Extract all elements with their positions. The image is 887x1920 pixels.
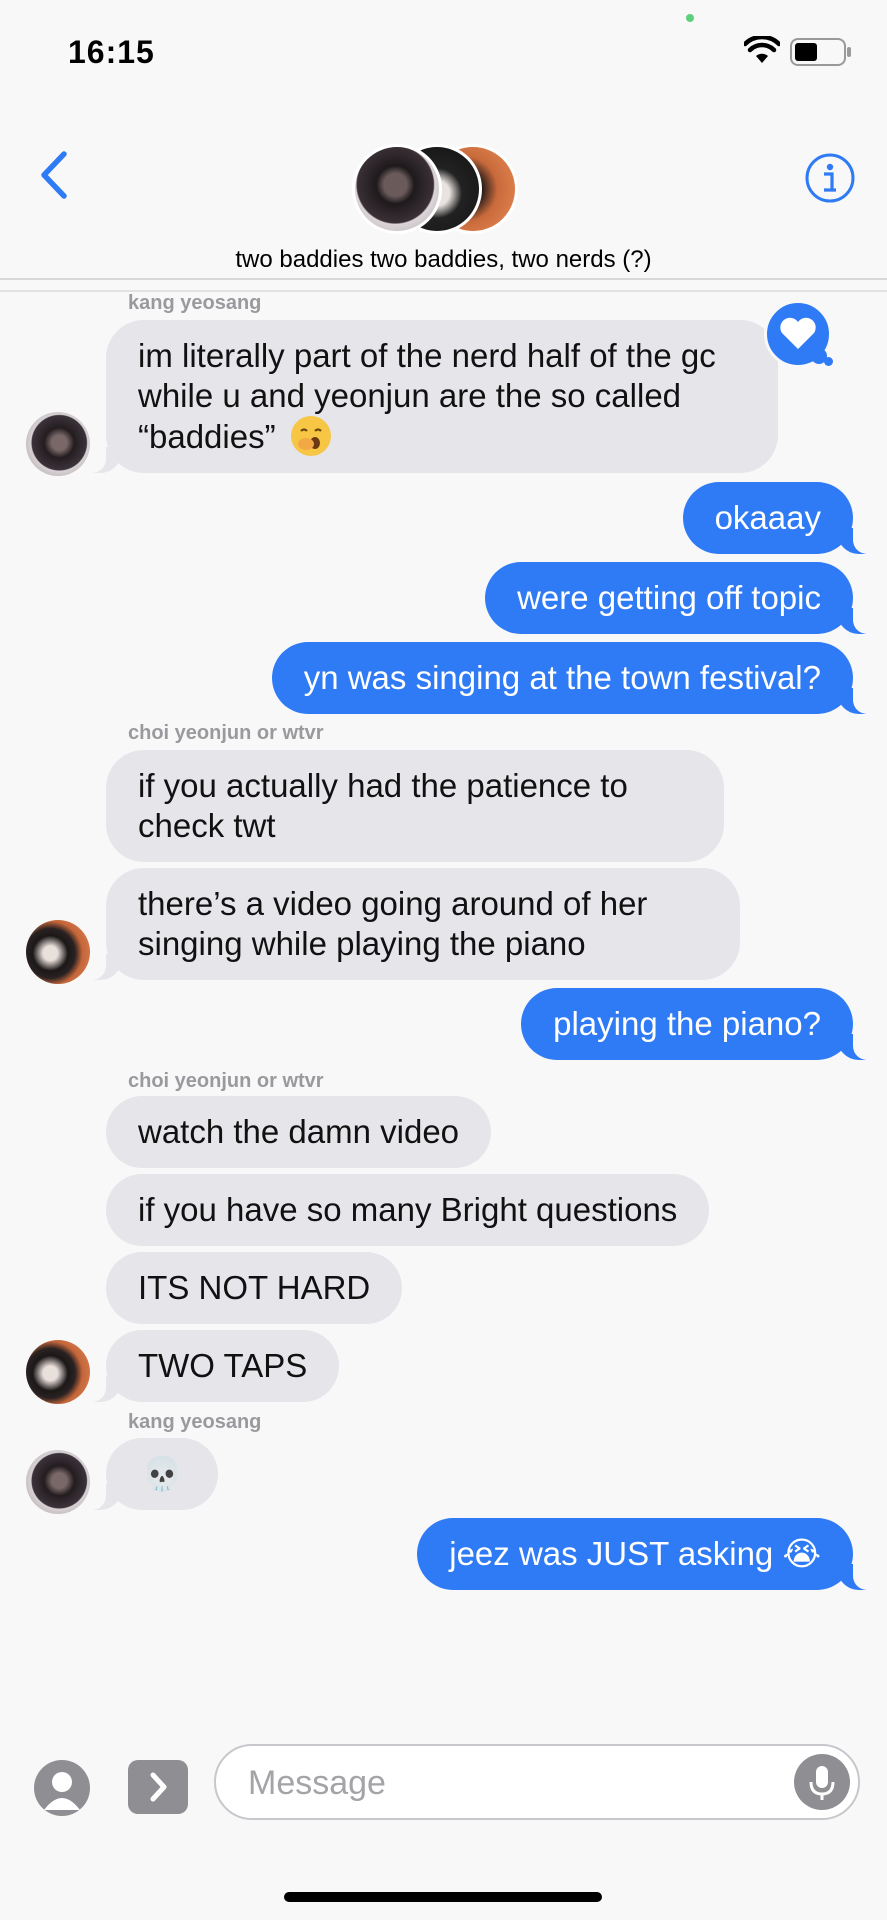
tapback-tail <box>824 357 833 366</box>
incoming-message[interactable]: there’s a video going around of her sing… <box>84 868 740 980</box>
apps-button[interactable] <box>128 1760 188 1814</box>
microphone-button[interactable] <box>794 1754 850 1810</box>
compose-bar <box>0 1740 887 1840</box>
incoming-message[interactable]: ITS NOT HARD <box>106 1252 403 1324</box>
message-input[interactable] <box>246 1758 770 1808</box>
incoming-message[interactable]: watch the damn video <box>106 1096 492 1168</box>
conversation-header: two baddies two baddies, two nerds (?) <box>0 100 887 292</box>
outgoing-message[interactable]: yn was singing at the town festival? <box>271 642 876 714</box>
group-name[interactable]: two baddies two baddies, two nerds (?) <box>0 246 887 274</box>
incoming-message[interactable]: if you have so many Bright questions <box>106 1174 710 1246</box>
microphone-icon <box>809 1766 835 1800</box>
avatar[interactable] <box>26 1450 90 1514</box>
sender-name: choi yeonjun or wtvr <box>128 1070 324 1092</box>
message-field <box>214 1744 860 1820</box>
chevron-right-icon <box>150 1772 167 1802</box>
incoming-message[interactable]: TWO TAPS <box>83 1330 340 1402</box>
avatar[interactable] <box>26 920 90 984</box>
incoming-message[interactable]: 💀 <box>84 1438 218 1510</box>
info-icon[interactable] <box>804 152 856 204</box>
incoming-message[interactable]: im literally part of the nerd half of th… <box>84 320 778 473</box>
yawning-face-emoji <box>290 416 331 456</box>
avatar[interactable] <box>26 412 90 476</box>
message-text: im literally part of the nerd half of th… <box>138 337 716 455</box>
sender-name: kang yeosang <box>128 292 262 314</box>
outgoing-message[interactable]: jeez was JUST asking 😭 <box>417 1518 875 1590</box>
sender-name: kang yeosang <box>128 1411 262 1433</box>
camera-indicator <box>686 14 694 22</box>
outgoing-message[interactable]: were getting off topic <box>485 562 875 634</box>
contact-button[interactable] <box>34 1760 90 1816</box>
person-icon <box>44 1772 80 1810</box>
outgoing-message[interactable]: playing the piano? <box>521 988 875 1060</box>
group-avatar-stack[interactable] <box>352 144 522 234</box>
outgoing-message[interactable]: okaaay <box>682 482 876 554</box>
group-avatar <box>352 144 442 234</box>
sender-name: choi yeonjun or wtvr <box>128 722 324 744</box>
status-bar: 16:15 <box>0 0 887 100</box>
wifi-icon <box>744 36 780 63</box>
home-indicator[interactable] <box>284 1892 602 1902</box>
avatar[interactable] <box>26 1340 90 1404</box>
incoming-message[interactable]: if you actually had the patience to chec… <box>106 750 724 862</box>
battery-icon <box>790 38 851 66</box>
back-chevron-icon[interactable] <box>36 148 72 202</box>
status-time: 16:15 <box>68 34 155 70</box>
